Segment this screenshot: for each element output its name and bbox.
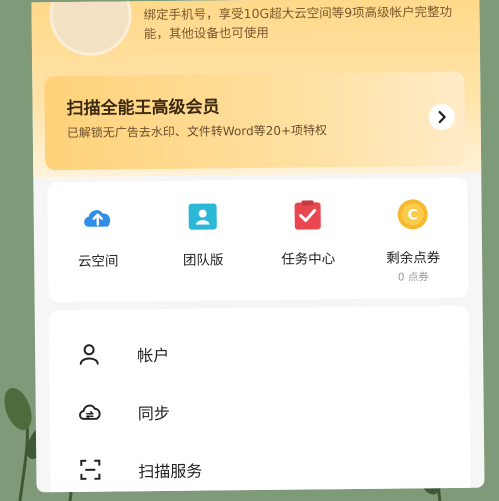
vip-subtitle: 已解锁无广告去水印、文件转Word等20+项特权	[66, 123, 328, 140]
scan-icon	[78, 458, 102, 482]
feature-label: 云空间	[77, 253, 119, 270]
menu-label: 同步	[137, 403, 170, 424]
task-check-icon	[290, 197, 326, 233]
feature-panel: 云空间 团队版 任务中心 C 剩余点券 0 点券	[47, 177, 469, 303]
feature-cloud-space[interactable]: 云空间	[48, 199, 149, 270]
feature-team[interactable]: 团队版	[153, 198, 254, 269]
menu-label: 扫描服务	[138, 461, 203, 482]
vip-title: 扫描全能王高级会员	[66, 97, 220, 119]
vip-banner[interactable]: 扫描全能王高级会员 已解锁无广告去水印、文件转Word等20+项特权	[44, 71, 466, 171]
feature-label: 剩余点券	[386, 250, 441, 267]
user-icon	[77, 342, 101, 366]
feature-task-center[interactable]: 任务中心	[258, 197, 359, 268]
bind-phone-prompt[interactable]: 绑定手机号，享受10G超大云空间等9项高级帐户完整功能，其他设备也可使用	[143, 2, 453, 43]
cloud-upload-icon	[80, 199, 116, 235]
coupon-count: 0 点券	[397, 271, 429, 284]
menu-item-scan-service[interactable]: 扫描服务	[50, 438, 471, 493]
chevron-right-icon[interactable]	[428, 103, 455, 131]
profile-card: 绑定手机号，享受10G超大云空间等9项高级帐户完整功能，其他设备也可使用 扫描全…	[31, 0, 485, 493]
menu-list: 帐户 同步 扫描服务	[48, 305, 471, 493]
feature-coupons[interactable]: C 剩余点券 0 点券	[363, 196, 464, 285]
menu-label: 帐户	[137, 345, 170, 366]
cloud-sync-icon	[78, 400, 102, 424]
coin-icon: C	[395, 196, 431, 232]
team-folder-icon	[185, 198, 221, 234]
feature-label: 团队版	[182, 252, 224, 269]
menu-item-account[interactable]: 帐户	[49, 322, 470, 382]
menu-item-sync[interactable]: 同步	[49, 380, 470, 440]
feature-label: 任务中心	[281, 251, 336, 268]
svg-text:C: C	[407, 207, 417, 223]
